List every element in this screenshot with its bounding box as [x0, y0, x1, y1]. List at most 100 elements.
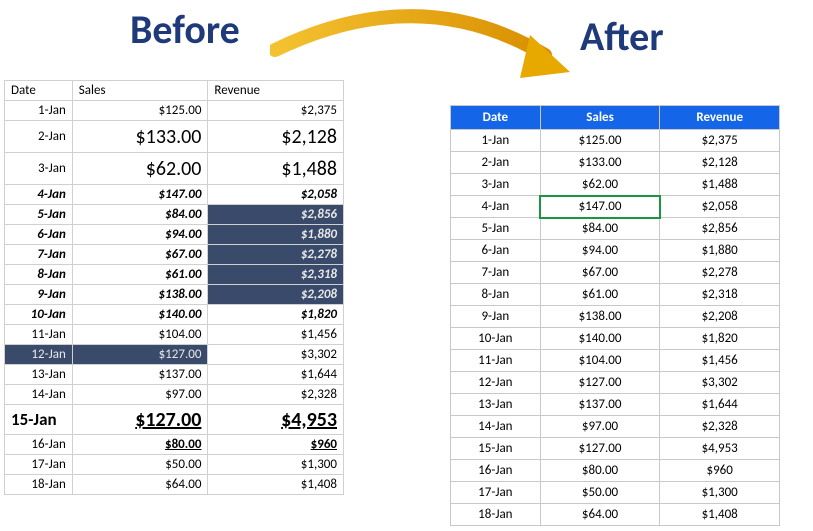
- cell-sales[interactable]: $94.00: [72, 225, 208, 245]
- table-row[interactable]: 1-Jan $125.00 $2,375: [5, 101, 344, 121]
- cell-sales[interactable]: $133.00: [540, 152, 660, 174]
- cell-sales[interactable]: $61.00: [72, 265, 208, 285]
- cell-date[interactable]: 6-Jan: [451, 240, 541, 262]
- cell-sales[interactable]: $64.00: [72, 475, 208, 495]
- cell-sales[interactable]: $84.00: [72, 205, 208, 225]
- table-row[interactable]: 2-Jan$133.00$2,128: [451, 152, 780, 174]
- cell-date[interactable]: 4-Jan: [5, 185, 73, 205]
- table-row[interactable]: 15-Jan $127.00 $4,953: [5, 405, 344, 435]
- cell-date[interactable]: 12-Jan: [451, 372, 541, 394]
- before-header-date[interactable]: Date: [5, 81, 73, 101]
- cell-revenue[interactable]: $2,058: [660, 196, 780, 218]
- cell-revenue[interactable]: $1,408: [208, 475, 344, 495]
- cell-revenue[interactable]: $4,953: [660, 438, 780, 460]
- cell-sales[interactable]: $97.00: [540, 416, 660, 438]
- cell-sales[interactable]: $138.00: [540, 306, 660, 328]
- cell-date[interactable]: 8-Jan: [451, 284, 541, 306]
- cell-date[interactable]: 7-Jan: [451, 262, 541, 284]
- cell-date[interactable]: 15-Jan: [5, 405, 73, 435]
- cell-date[interactable]: 15-Jan: [451, 438, 541, 460]
- cell-revenue[interactable]: $1,820: [660, 328, 780, 350]
- cell-revenue[interactable]: $1,488: [208, 153, 344, 185]
- after-header-row[interactable]: Date Sales Revenue: [451, 106, 780, 130]
- cell-revenue[interactable]: $1,300: [660, 482, 780, 504]
- cell-sales[interactable]: $140.00: [72, 305, 208, 325]
- cell-revenue[interactable]: $2,318: [208, 265, 344, 285]
- cell-date[interactable]: 9-Jan: [451, 306, 541, 328]
- cell-date[interactable]: 10-Jan: [5, 305, 73, 325]
- after-header-revenue[interactable]: Revenue: [660, 106, 780, 130]
- cell-revenue[interactable]: $1,456: [208, 325, 344, 345]
- cell-revenue[interactable]: $1,820: [208, 305, 344, 325]
- table-row[interactable]: 6-Jan $94.00 $1,880: [5, 225, 344, 245]
- cell-sales[interactable]: $137.00: [540, 394, 660, 416]
- cell-revenue[interactable]: $2,208: [208, 285, 344, 305]
- cell-date[interactable]: 6-Jan: [5, 225, 73, 245]
- table-row[interactable]: 15-Jan$127.00$4,953: [451, 438, 780, 460]
- cell-revenue[interactable]: $3,302: [208, 345, 344, 365]
- cell-revenue[interactable]: $2,058: [208, 185, 344, 205]
- cell-sales[interactable]: $62.00: [72, 153, 208, 185]
- cell-date[interactable]: 13-Jan: [451, 394, 541, 416]
- cell-date[interactable]: 11-Jan: [5, 325, 73, 345]
- cell-date[interactable]: 2-Jan: [451, 152, 541, 174]
- cell-date[interactable]: 14-Jan: [451, 416, 541, 438]
- cell-revenue[interactable]: $2,375: [208, 101, 344, 121]
- cell-date[interactable]: 2-Jan: [5, 121, 73, 153]
- cell-revenue[interactable]: $1,644: [208, 365, 344, 385]
- before-header-revenue[interactable]: Revenue: [208, 81, 344, 101]
- cell-date[interactable]: 18-Jan: [451, 504, 541, 526]
- cell-revenue[interactable]: $1,488: [660, 174, 780, 196]
- cell-sales[interactable]: $125.00: [540, 130, 660, 152]
- before-header-row[interactable]: Date Sales Revenue: [5, 81, 344, 101]
- table-row[interactable]: 3-Jan $62.00 $1,488: [5, 153, 344, 185]
- cell-sales[interactable]: $127.00: [540, 438, 660, 460]
- table-row[interactable]: 10-Jan$140.00$1,820: [451, 328, 780, 350]
- cell-sales[interactable]: $125.00: [72, 101, 208, 121]
- cell-sales[interactable]: $94.00: [540, 240, 660, 262]
- table-row[interactable]: 11-Jan$104.00$1,456: [451, 350, 780, 372]
- table-row[interactable]: 14-Jan $97.00 $2,328: [5, 385, 344, 405]
- table-row[interactable]: 2-Jan $133.00 $2,128: [5, 121, 344, 153]
- table-row[interactable]: 5-Jan $84.00 $2,856: [5, 205, 344, 225]
- after-header-date[interactable]: Date: [451, 106, 541, 130]
- table-row[interactable]: 18-Jan $64.00 $1,408: [5, 475, 344, 495]
- cell-sales[interactable]: $67.00: [540, 262, 660, 284]
- cell-date[interactable]: 7-Jan: [5, 245, 73, 265]
- cell-date[interactable]: 5-Jan: [5, 205, 73, 225]
- table-row[interactable]: 10-Jan $140.00 $1,820: [5, 305, 344, 325]
- table-row[interactable]: 14-Jan$97.00$2,328: [451, 416, 780, 438]
- table-row[interactable]: 7-Jan$67.00$2,278: [451, 262, 780, 284]
- table-row[interactable]: 12-Jan$127.00$3,302: [451, 372, 780, 394]
- cell-sales[interactable]: $80.00: [540, 460, 660, 482]
- table-row[interactable]: 5-Jan$84.00$2,856: [451, 218, 780, 240]
- table-row[interactable]: 6-Jan$94.00$1,880: [451, 240, 780, 262]
- table-row[interactable]: 9-Jan $138.00 $2,208: [5, 285, 344, 305]
- cell-revenue[interactable]: $2,375: [660, 130, 780, 152]
- cell-revenue[interactable]: $4,953: [208, 405, 344, 435]
- cell-revenue[interactable]: $2,318: [660, 284, 780, 306]
- cell-revenue[interactable]: $2,208: [660, 306, 780, 328]
- cell-sales[interactable]: $104.00: [72, 325, 208, 345]
- cell-date[interactable]: 3-Jan: [451, 174, 541, 196]
- before-header-sales[interactable]: Sales: [72, 81, 208, 101]
- cell-sales[interactable]: $147.00: [72, 185, 208, 205]
- cell-revenue[interactable]: $2,128: [660, 152, 780, 174]
- table-row[interactable]: 12-Jan $127.00 $3,302: [5, 345, 344, 365]
- cell-sales[interactable]: $62.00: [540, 174, 660, 196]
- cell-date[interactable]: 17-Jan: [5, 455, 73, 475]
- cell-date[interactable]: 18-Jan: [5, 475, 73, 495]
- cell-revenue[interactable]: $960: [660, 460, 780, 482]
- table-row[interactable]: 8-Jan$61.00$2,318: [451, 284, 780, 306]
- cell-date[interactable]: 4-Jan: [451, 196, 541, 218]
- table-row[interactable]: 17-Jan$50.00$1,300: [451, 482, 780, 504]
- cell-date[interactable]: 14-Jan: [5, 385, 73, 405]
- table-row[interactable]: 1-Jan$125.00$2,375: [451, 130, 780, 152]
- table-row[interactable]: 3-Jan$62.00$1,488: [451, 174, 780, 196]
- cell-revenue[interactable]: $2,278: [208, 245, 344, 265]
- cell-sales[interactable]: $50.00: [72, 455, 208, 475]
- table-row[interactable]: 11-Jan $104.00 $1,456: [5, 325, 344, 345]
- cell-revenue[interactable]: $1,300: [208, 455, 344, 475]
- cell-sales[interactable]: $67.00: [72, 245, 208, 265]
- cell-sales[interactable]: $138.00: [72, 285, 208, 305]
